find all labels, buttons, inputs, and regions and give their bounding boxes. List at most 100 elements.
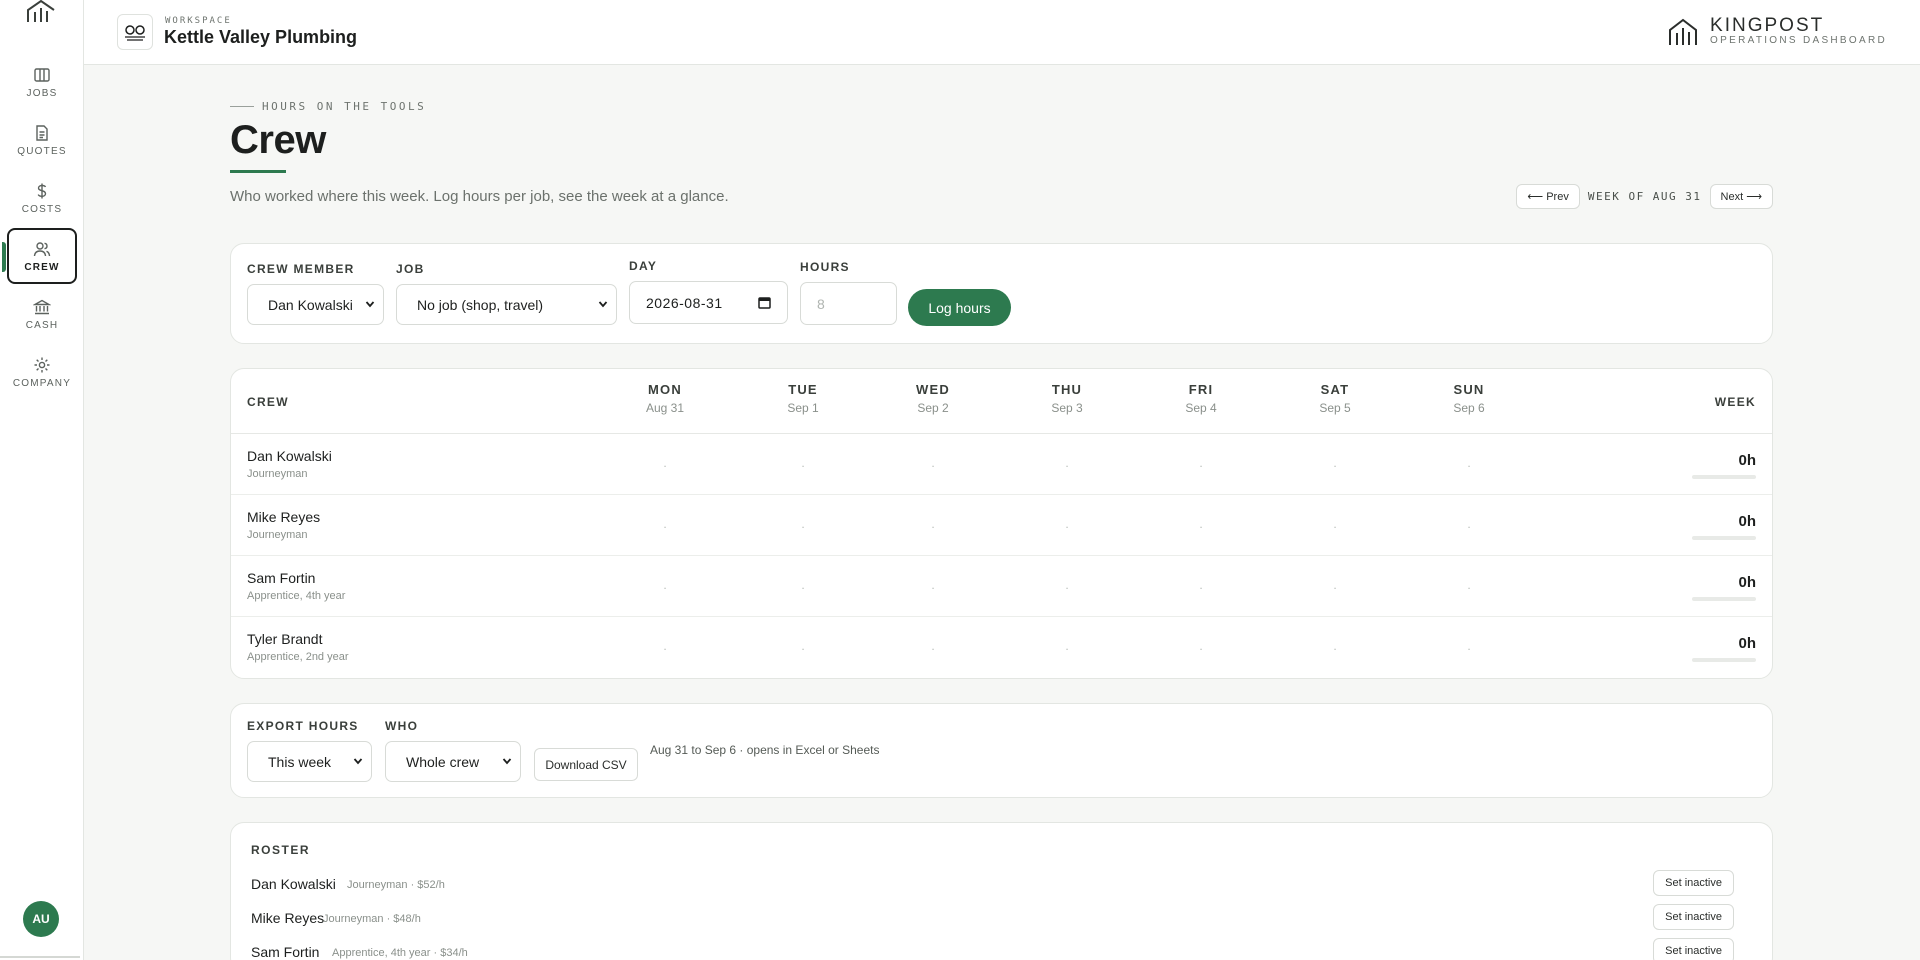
day-date-value: 2026-08-31 xyxy=(646,294,723,311)
page-eyebrow: HOURS ON THE TOOLS xyxy=(230,100,426,113)
nav-item-cash[interactable]: CASH xyxy=(7,286,77,342)
hours-cell[interactable]: . xyxy=(1161,456,1241,470)
crew-role: Apprentice, 4th year xyxy=(247,590,346,602)
nav-item-crew[interactable]: CREW xyxy=(2,228,77,284)
hours-cell[interactable]: . xyxy=(1295,456,1375,470)
set-inactive-button[interactable]: Set inactive xyxy=(1653,870,1734,896)
day-date-input[interactable]: 2026-08-31 xyxy=(629,281,788,324)
crew-row: Sam Fortin Apprentice, 4th year....... 0h xyxy=(231,556,1772,617)
crew-row: Dan Kowalski Journeyman....... 0h xyxy=(231,434,1772,495)
hours-cell[interactable]: . xyxy=(893,456,973,470)
dollar-icon xyxy=(37,183,47,198)
job-value: No job (shop, travel) xyxy=(417,296,544,313)
sidebar-scrollbar xyxy=(0,956,80,958)
nav-item-costs[interactable]: COSTS xyxy=(7,170,77,226)
hours-cell[interactable]: . xyxy=(763,578,843,592)
hours-cell[interactable]: . xyxy=(1429,456,1509,470)
document-icon xyxy=(36,124,48,141)
week-grid-card: CREW WEEK MON Aug 31 TUE Sep 1 WED Sep 2 THU Se… xyxy=(230,368,1773,679)
week-progress-bar xyxy=(1692,475,1756,479)
day-date: Sep 1 xyxy=(787,401,819,415)
hours-cell[interactable]: . xyxy=(1027,578,1107,592)
roster-meta: Apprentice, 4th year · $34/h xyxy=(332,947,468,959)
workspace-logo[interactable] xyxy=(117,14,153,50)
hours-cell[interactable]: . xyxy=(1161,517,1241,531)
roster-name: Dan Kowalski xyxy=(251,876,336,892)
hours-cell[interactable]: . xyxy=(1161,639,1241,653)
set-inactive-button[interactable]: Set inactive xyxy=(1653,904,1734,930)
user-avatar[interactable]: AU xyxy=(23,901,59,937)
hours-cell[interactable]: . xyxy=(1027,517,1107,531)
chevron-down-icon xyxy=(598,301,608,308)
crew-role: Journeyman xyxy=(247,529,308,541)
hours-cell[interactable]: . xyxy=(1161,578,1241,592)
next-week-button[interactable]: Next ⟶ xyxy=(1709,184,1773,209)
kingpost-logo-icon xyxy=(27,0,55,22)
day-header-thu: THU Sep 3 xyxy=(1027,382,1107,415)
crew-member-label: CREW MEMBER xyxy=(247,262,355,276)
day-header-sun: SUN Sep 6 xyxy=(1429,382,1509,415)
export-range-value: This week xyxy=(268,753,332,770)
export-range-select[interactable]: This week xyxy=(247,741,372,782)
day-name: SUN xyxy=(1453,382,1485,397)
chevron-down-icon xyxy=(365,301,375,308)
day-header-wed: WED Sep 2 xyxy=(893,382,973,415)
hours-cell[interactable]: . xyxy=(893,578,973,592)
crew-member-select[interactable]: Dan Kowalski xyxy=(247,284,384,325)
title-underline xyxy=(230,170,286,173)
crew-name: Sam Fortin xyxy=(247,570,316,586)
hours-input[interactable]: 8 xyxy=(800,282,897,325)
hours-cell[interactable]: . xyxy=(625,578,705,592)
hours-cell[interactable]: . xyxy=(1429,517,1509,531)
hours-cell[interactable]: . xyxy=(1027,456,1107,470)
hours-cell[interactable]: . xyxy=(1429,639,1509,653)
nav-label-crew: CREW xyxy=(24,261,60,273)
users-icon xyxy=(33,241,51,256)
nav-item-company[interactable]: COMPANY xyxy=(7,344,77,400)
nav-label-jobs: JOBS xyxy=(26,87,58,99)
crew-name: Mike Reyes xyxy=(247,509,321,525)
day-date: Sep 6 xyxy=(1453,401,1485,415)
job-select[interactable]: No job (shop, travel) xyxy=(396,284,617,325)
day-date: Aug 31 xyxy=(645,401,685,415)
roster-name: Mike Reyes xyxy=(251,910,325,926)
crew-column-header: CREW xyxy=(247,395,289,409)
hours-cell[interactable]: . xyxy=(893,517,973,531)
nav-item-jobs[interactable]: JOBS xyxy=(7,54,77,110)
workspace-kicker: WORKSPACE xyxy=(165,16,232,26)
hours-cell[interactable]: . xyxy=(625,639,705,653)
export-hours-label: EXPORT HOURS xyxy=(247,719,359,733)
set-inactive-button[interactable]: Set inactive xyxy=(1653,938,1734,960)
day-name: THU xyxy=(1051,382,1083,397)
nav-label-quotes: QUOTES xyxy=(17,145,67,157)
nav-item-quotes[interactable]: QUOTES xyxy=(7,112,77,168)
crew-name: Dan Kowalski xyxy=(247,448,332,464)
hours-cell[interactable]: . xyxy=(1295,639,1375,653)
roster-meta: Journeyman · $52/h xyxy=(347,879,445,891)
hours-cell[interactable]: . xyxy=(1295,578,1375,592)
hours-cell[interactable]: . xyxy=(1027,639,1107,653)
hours-cell[interactable]: . xyxy=(625,517,705,531)
hours-cell[interactable]: . xyxy=(763,639,843,653)
export-who-select[interactable]: Whole crew xyxy=(385,741,521,782)
prev-week-button[interactable]: ⟵ Prev xyxy=(1516,184,1580,209)
nav-label-costs: COSTS xyxy=(21,203,63,215)
hours-cell[interactable]: . xyxy=(893,639,973,653)
hours-cell[interactable]: . xyxy=(1295,517,1375,531)
workspace-name: Kettle Valley Plumbing xyxy=(164,27,358,47)
calendar-icon[interactable] xyxy=(758,296,771,309)
hours-cell[interactable]: . xyxy=(763,456,843,470)
day-header-mon: MON Aug 31 xyxy=(625,382,705,415)
bank-icon xyxy=(33,299,51,314)
day-name: MON xyxy=(648,382,682,397)
hours-cell[interactable]: . xyxy=(625,456,705,470)
kingpost-logo-icon xyxy=(1669,18,1698,45)
week-progress-bar xyxy=(1692,536,1756,540)
download-csv-button[interactable]: Download CSV xyxy=(534,748,638,781)
hours-cell[interactable]: . xyxy=(1429,578,1509,592)
log-hours-button[interactable]: Log hours xyxy=(908,289,1011,326)
hours-cell[interactable]: . xyxy=(763,517,843,531)
crew-name: Tyler Brandt xyxy=(247,631,323,647)
roster-item: Mike Reyes Journeyman · $48/h Set inactive xyxy=(251,904,1754,934)
crew-role: Journeyman xyxy=(247,468,308,480)
